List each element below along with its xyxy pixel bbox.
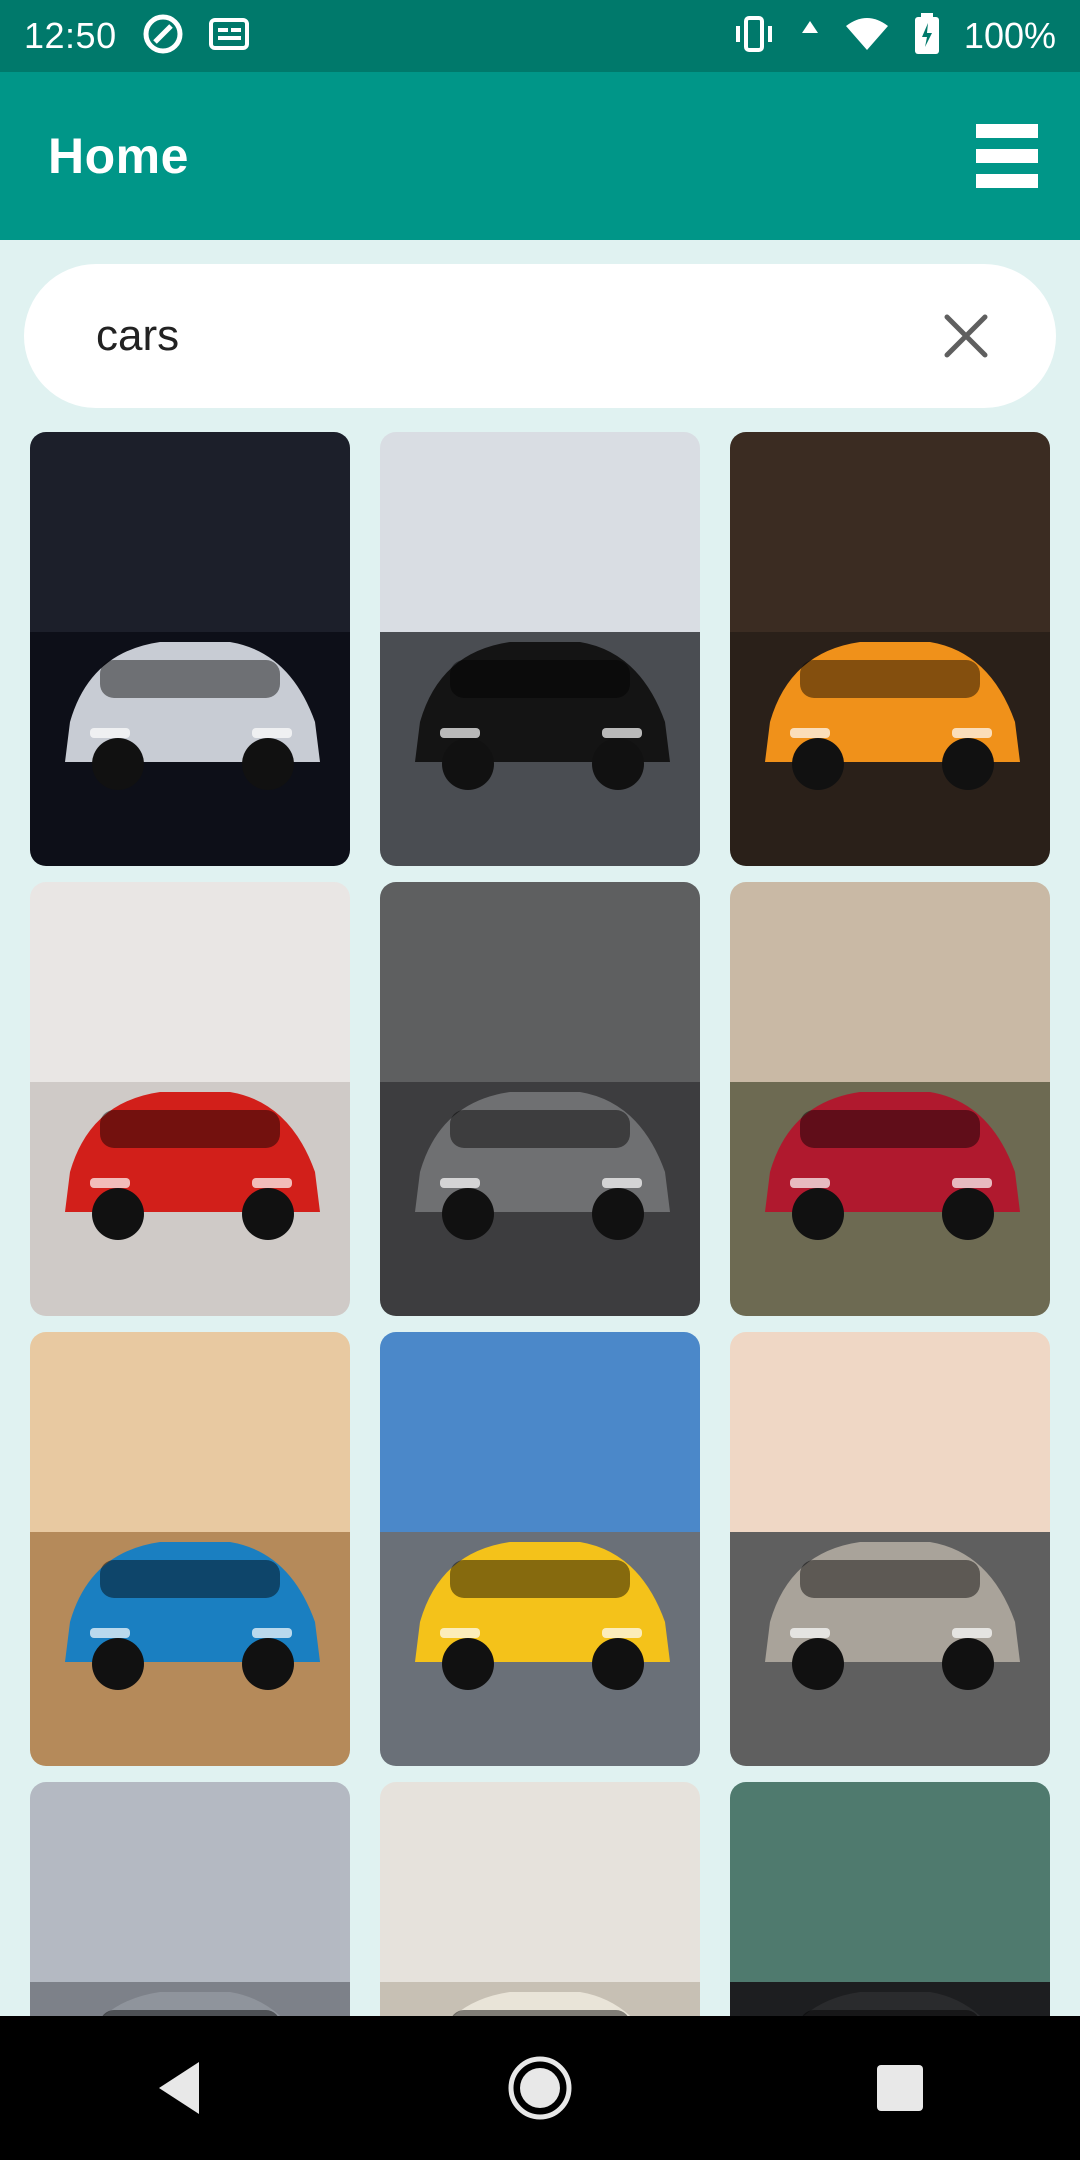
gallery-image[interactable]: [730, 1332, 1050, 1766]
status-left: 12:50: [24, 12, 249, 61]
sync-icon: [141, 12, 185, 61]
gallery-image[interactable]: [730, 1782, 1050, 2016]
search-query-text[interactable]: cars: [96, 311, 936, 361]
main-content: cars: [0, 240, 1080, 2016]
gallery-image[interactable]: [30, 1782, 350, 2016]
gallery-image[interactable]: [730, 432, 1050, 866]
sim-icon: [208, 17, 249, 55]
gallery-image[interactable]: [30, 1332, 350, 1766]
battery-charging-icon: [914, 12, 940, 60]
status-time: 12:50: [24, 15, 117, 56]
search-input[interactable]: cars: [24, 264, 1056, 408]
wifi-icon: [844, 16, 890, 57]
page-title: Home: [48, 128, 189, 184]
system-nav-bar: [0, 2016, 1080, 2160]
gallery-image[interactable]: [730, 882, 1050, 1316]
gallery-image[interactable]: [380, 882, 700, 1316]
close-icon[interactable]: [936, 306, 996, 366]
gallery-image[interactable]: [380, 1782, 700, 2016]
data-arrow-icon: [800, 19, 820, 54]
gallery-image[interactable]: [380, 432, 700, 866]
gallery-image[interactable]: [380, 1332, 700, 1766]
menu-icon-bar: [976, 124, 1038, 138]
vibrate-icon: [732, 14, 776, 59]
battery-percentage: 100%: [963, 15, 1056, 56]
app-bar: Home: [0, 72, 1080, 240]
gallery-image[interactable]: [30, 432, 350, 866]
menu-icon-bar: [976, 174, 1038, 188]
gallery-image[interactable]: [30, 882, 350, 1316]
status-right: 100%: [732, 12, 1056, 60]
menu-icon-bar: [976, 149, 1038, 163]
home-circle-icon[interactable]: [480, 2028, 600, 2148]
recents-square-icon[interactable]: [840, 2028, 960, 2148]
menu-button[interactable]: [976, 124, 1040, 188]
status-bar: 12:50 100%: [0, 0, 1080, 72]
back-triangle-icon[interactable]: [120, 2028, 240, 2148]
